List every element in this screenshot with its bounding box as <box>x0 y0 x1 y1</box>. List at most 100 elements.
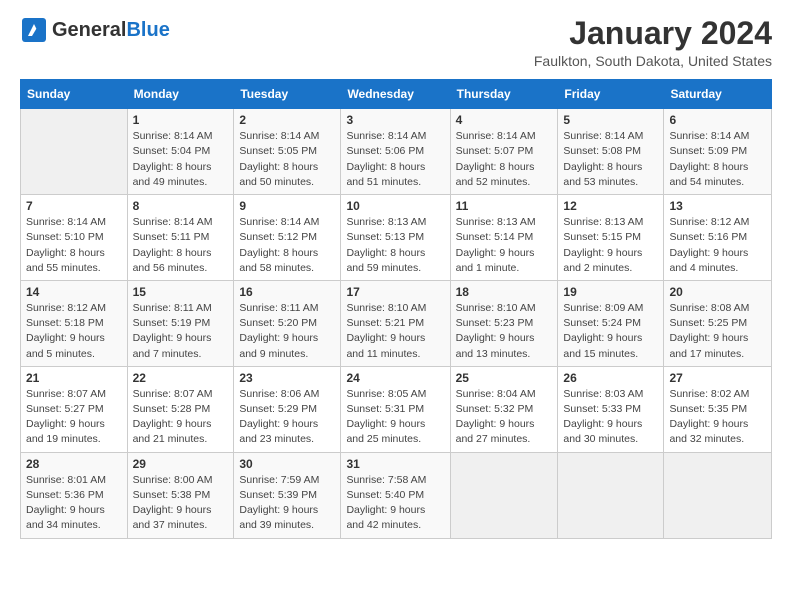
day-cell: 6 Sunrise: 8:14 AMSunset: 5:09 PMDaylight… <box>664 109 772 195</box>
day-number: 25 <box>456 371 553 385</box>
day-info: Sunrise: 8:14 AMSunset: 5:11 PMDaylight:… <box>133 215 229 276</box>
day-info: Sunrise: 8:14 AMSunset: 5:10 PMDaylight:… <box>26 215 122 276</box>
weekday-header-monday: Monday <box>127 80 234 109</box>
day-number: 11 <box>456 199 553 213</box>
day-cell: 25 Sunrise: 8:04 AMSunset: 5:32 PMDayligh… <box>450 366 558 452</box>
day-cell: 18 Sunrise: 8:10 AMSunset: 5:23 PMDayligh… <box>450 280 558 366</box>
day-cell: 24Sunrise: 8:05 AMSunset: 5:31 PMDayligh… <box>341 366 450 452</box>
day-number: 1 <box>133 113 229 127</box>
day-info: Sunrise: 8:10 AMSunset: 5:23 PMDaylight:… <box>456 301 553 362</box>
day-number: 6 <box>669 113 766 127</box>
day-cell: 23Sunrise: 8:06 AMSunset: 5:29 PMDayligh… <box>234 366 341 452</box>
day-number: 4 <box>456 113 553 127</box>
day-number: 31 <box>346 457 444 471</box>
weekday-header-friday: Friday <box>558 80 664 109</box>
day-info: Sunrise: 8:13 AMSunset: 5:15 PMDaylight:… <box>563 215 658 276</box>
day-cell: 19 Sunrise: 8:09 AMSunset: 5:24 PMDayligh… <box>558 280 664 366</box>
day-cell: 27 Sunrise: 8:02 AMSunset: 5:35 PMDayligh… <box>664 366 772 452</box>
day-cell <box>21 109 128 195</box>
day-number: 12 <box>563 199 658 213</box>
day-cell: 31 Sunrise: 7:58 AMSunset: 5:40 PMDayligh… <box>341 452 450 538</box>
day-info: Sunrise: 8:01 AMSunset: 5:36 PMDaylight:… <box>26 473 122 534</box>
day-number: 20 <box>669 285 766 299</box>
day-info: Sunrise: 8:14 AMSunset: 5:07 PMDaylight:… <box>456 129 553 190</box>
calendar-table: SundayMondayTuesdayWednesdayThursdayFrid… <box>20 79 772 538</box>
day-number: 17 <box>346 285 444 299</box>
day-info: Sunrise: 8:13 AMSunset: 5:13 PMDaylight:… <box>346 215 444 276</box>
weekday-header-wednesday: Wednesday <box>341 80 450 109</box>
day-cell: 15 Sunrise: 8:11 AMSunset: 5:19 PMDayligh… <box>127 280 234 366</box>
day-number: 15 <box>133 285 229 299</box>
weekday-header-sunday: Sunday <box>21 80 128 109</box>
logo: GeneralBlue <box>20 16 170 44</box>
day-number: 14 <box>26 285 122 299</box>
day-number: 21 <box>26 371 122 385</box>
day-number: 22 <box>133 371 229 385</box>
day-info: Sunrise: 7:59 AMSunset: 5:39 PMDaylight:… <box>239 473 335 534</box>
day-info: Sunrise: 8:07 AMSunset: 5:27 PMDaylight:… <box>26 387 122 448</box>
week-row-3: 14 Sunrise: 8:12 AMSunset: 5:18 PMDayligh… <box>21 280 772 366</box>
day-number: 7 <box>26 199 122 213</box>
day-info: Sunrise: 8:13 AMSunset: 5:14 PMDaylight:… <box>456 215 553 276</box>
logo-icon <box>20 16 48 44</box>
day-cell: 1 Sunrise: 8:14 AMSunset: 5:04 PMDaylight… <box>127 109 234 195</box>
day-info: Sunrise: 8:12 AMSunset: 5:16 PMDaylight:… <box>669 215 766 276</box>
day-number: 8 <box>133 199 229 213</box>
day-number: 2 <box>239 113 335 127</box>
day-cell: 21 Sunrise: 8:07 AMSunset: 5:27 PMDayligh… <box>21 366 128 452</box>
day-number: 26 <box>563 371 658 385</box>
day-info: Sunrise: 8:06 AMSunset: 5:29 PMDaylight:… <box>239 387 335 448</box>
day-cell: 11 Sunrise: 8:13 AMSunset: 5:14 PMDayligh… <box>450 195 558 281</box>
week-row-5: 28Sunrise: 8:01 AMSunset: 5:36 PMDayligh… <box>21 452 772 538</box>
day-number: 16 <box>239 285 335 299</box>
logo-blue: Blue <box>126 19 169 41</box>
day-number: 27 <box>669 371 766 385</box>
day-info: Sunrise: 8:11 AMSunset: 5:20 PMDaylight:… <box>239 301 335 362</box>
day-info: Sunrise: 8:04 AMSunset: 5:32 PMDaylight:… <box>456 387 553 448</box>
day-number: 3 <box>346 113 444 127</box>
day-number: 18 <box>456 285 553 299</box>
day-info: Sunrise: 8:10 AMSunset: 5:21 PMDaylight:… <box>346 301 444 362</box>
day-info: Sunrise: 8:14 AMSunset: 5:04 PMDaylight:… <box>133 129 229 190</box>
day-info: Sunrise: 8:05 AMSunset: 5:31 PMDaylight:… <box>346 387 444 448</box>
day-cell: 4 Sunrise: 8:14 AMSunset: 5:07 PMDaylight… <box>450 109 558 195</box>
day-cell <box>664 452 772 538</box>
day-info: Sunrise: 7:58 AMSunset: 5:40 PMDaylight:… <box>346 473 444 534</box>
day-number: 19 <box>563 285 658 299</box>
day-cell: 14 Sunrise: 8:12 AMSunset: 5:18 PMDayligh… <box>21 280 128 366</box>
day-cell: 17 Sunrise: 8:10 AMSunset: 5:21 PMDayligh… <box>341 280 450 366</box>
day-info: Sunrise: 8:14 AMSunset: 5:06 PMDaylight:… <box>346 129 444 190</box>
week-row-4: 21 Sunrise: 8:07 AMSunset: 5:27 PMDayligh… <box>21 366 772 452</box>
day-cell: 30Sunrise: 7:59 AMSunset: 5:39 PMDayligh… <box>234 452 341 538</box>
day-number: 9 <box>239 199 335 213</box>
day-number: 29 <box>133 457 229 471</box>
day-cell: 28Sunrise: 8:01 AMSunset: 5:36 PMDayligh… <box>21 452 128 538</box>
day-info: Sunrise: 8:11 AMSunset: 5:19 PMDaylight:… <box>133 301 229 362</box>
day-info: Sunrise: 8:12 AMSunset: 5:18 PMDaylight:… <box>26 301 122 362</box>
page-header: GeneralBlue January 2024 Faulkton, South… <box>20 16 772 69</box>
day-cell: 3 Sunrise: 8:14 AMSunset: 5:06 PMDaylight… <box>341 109 450 195</box>
day-number: 13 <box>669 199 766 213</box>
weekday-header-row: SundayMondayTuesdayWednesdayThursdayFrid… <box>21 80 772 109</box>
day-cell: 26Sunrise: 8:03 AMSunset: 5:33 PMDayligh… <box>558 366 664 452</box>
day-cell: 2 Sunrise: 8:14 AMSunset: 5:05 PMDaylight… <box>234 109 341 195</box>
title-block: January 2024 Faulkton, South Dakota, Uni… <box>534 16 772 69</box>
day-info: Sunrise: 8:14 AMSunset: 5:05 PMDaylight:… <box>239 129 335 190</box>
day-cell: 5Sunrise: 8:14 AMSunset: 5:08 PMDaylight… <box>558 109 664 195</box>
day-info: Sunrise: 8:09 AMSunset: 5:24 PMDaylight:… <box>563 301 658 362</box>
day-info: Sunrise: 8:07 AMSunset: 5:28 PMDaylight:… <box>133 387 229 448</box>
day-cell: 20Sunrise: 8:08 AMSunset: 5:25 PMDayligh… <box>664 280 772 366</box>
calendar-subtitle: Faulkton, South Dakota, United States <box>534 53 772 69</box>
day-cell: 9 Sunrise: 8:14 AMSunset: 5:12 PMDaylight… <box>234 195 341 281</box>
day-cell <box>450 452 558 538</box>
day-cell: 10Sunrise: 8:13 AMSunset: 5:13 PMDayligh… <box>341 195 450 281</box>
day-info: Sunrise: 8:02 AMSunset: 5:35 PMDaylight:… <box>669 387 766 448</box>
week-row-2: 7 Sunrise: 8:14 AMSunset: 5:10 PMDaylight… <box>21 195 772 281</box>
day-info: Sunrise: 8:14 AMSunset: 5:12 PMDaylight:… <box>239 215 335 276</box>
week-row-1: 1 Sunrise: 8:14 AMSunset: 5:04 PMDaylight… <box>21 109 772 195</box>
day-cell: 13 Sunrise: 8:12 AMSunset: 5:16 PMDayligh… <box>664 195 772 281</box>
day-cell: 7 Sunrise: 8:14 AMSunset: 5:10 PMDaylight… <box>21 195 128 281</box>
day-cell: 29Sunrise: 8:00 AMSunset: 5:38 PMDayligh… <box>127 452 234 538</box>
day-info: Sunrise: 8:14 AMSunset: 5:09 PMDaylight:… <box>669 129 766 190</box>
weekday-header-thursday: Thursday <box>450 80 558 109</box>
